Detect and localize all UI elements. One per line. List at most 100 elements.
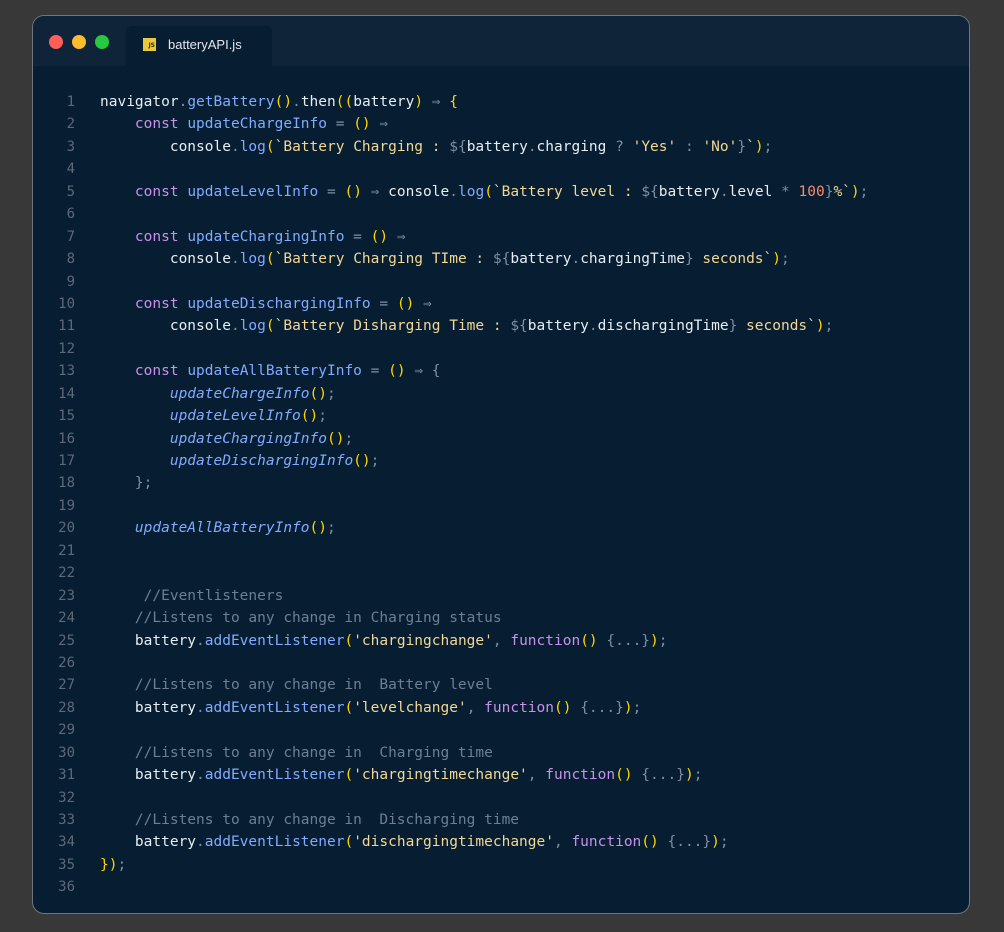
code-token: 100 (798, 183, 825, 200)
code-token: (( (335, 94, 354, 110)
code-line: 6 (33, 203, 969, 225)
code-token: ( (265, 251, 275, 268)
code-line: 21 (33, 540, 969, 562)
line-number: 35 (58, 856, 75, 873)
code-line: 13 const updateAllBatteryInfo = () ⇒ { (33, 360, 969, 382)
code-token: = (318, 183, 345, 200)
line-number: 29 (58, 722, 75, 739)
code-token: addEventListener (204, 767, 345, 784)
line-number: 24 (58, 610, 75, 627)
code-token: ) (754, 138, 764, 155)
code-line: 28 battery.addEventListener('levelchange… (33, 697, 969, 719)
line-number: 14 (58, 385, 75, 402)
code-text: console.log(`Battery Charging TIme : ${b… (100, 248, 790, 270)
code-token: updateAllBatteryInfo (134, 520, 310, 537)
code-token: //Eventlisteners (100, 587, 284, 604)
code-token: 'dischargingtimechange' (353, 834, 554, 851)
code-text: //Listens to any change in Charging stat… (100, 607, 502, 629)
code-token: ⇒ (423, 94, 450, 110)
code-token: 'chargingtimechange' (353, 767, 528, 784)
code-token: ⇒ (361, 183, 389, 200)
code-token: ( (344, 632, 354, 649)
code-line: 1 navigator.getBattery().then((battery) ⇒… (33, 91, 969, 113)
line-number: 1 (66, 94, 75, 110)
code-token: `Battery Disharging Time : (274, 318, 511, 335)
code-token: : (676, 138, 703, 155)
line-number: 15 (58, 408, 75, 425)
code-token: () (326, 430, 345, 447)
code-token: ( (265, 318, 275, 335)
line-number: 12 (58, 340, 75, 357)
code-token: ) (711, 834, 720, 851)
code-token: = (370, 295, 397, 312)
code-token: . (292, 94, 301, 110)
code-token: ; (763, 138, 773, 155)
code-token: = (327, 116, 354, 133)
code-token: ) (414, 94, 424, 110)
code-token: const (134, 183, 179, 200)
code-line: 26 (33, 652, 969, 674)
code-line: 7 const updateChargingInfo = () ⇒ (33, 226, 969, 248)
code-text: const updateDischargingInfo = () ⇒ (100, 293, 432, 315)
code-token: , (466, 699, 485, 716)
code-line: 3 console.log(`Battery Charging : ${batt… (33, 136, 969, 158)
code-token: = (361, 363, 389, 380)
code-text: battery.addEventListener('levelchange', … (100, 697, 641, 719)
code-token: ? (606, 138, 633, 155)
line-number: 9 (66, 273, 75, 290)
code-token: function (571, 834, 642, 851)
code-line: 10 const updateDischargingInfo = () ⇒ (33, 293, 969, 315)
code-token: battery (100, 699, 197, 716)
code-token: updateDischargingInfo (187, 295, 371, 312)
code-text: const updateAllBatteryInfo = () ⇒ { (100, 360, 441, 382)
code-token: () (370, 228, 389, 245)
line-number: 5 (66, 183, 75, 200)
code-token: 'chargingchange' (353, 632, 493, 649)
close-button[interactable] (49, 35, 63, 49)
line-number: 26 (58, 654, 75, 671)
code-token: updateChargingInfo (187, 228, 345, 245)
line-number: 6 (66, 206, 75, 223)
code-token: }) (100, 856, 118, 873)
code-token: console (100, 318, 231, 335)
code-token: } (684, 251, 694, 268)
code-token: . (196, 834, 205, 851)
code-token: battery (658, 183, 720, 200)
code-token: //Listens to any change in Charging stat… (100, 610, 502, 627)
code-token: . (449, 183, 458, 200)
code-token: battery (100, 834, 197, 851)
code-token: updateLevelInfo (169, 408, 301, 425)
code-token: () (353, 116, 371, 133)
code-token: () (353, 453, 371, 469)
code-line: 31 battery.addEventListener('chargingtim… (33, 764, 969, 786)
code-token: {...} (632, 767, 685, 784)
code-token: updateAllBatteryInfo (187, 363, 362, 380)
code-line: 4 (33, 158, 969, 180)
tab-batteryapi-js[interactable]: JS batteryAPI.js (126, 26, 272, 66)
code-token: ⇒ (370, 116, 389, 133)
code-line: 16 updateChargingInfo(); (33, 428, 969, 450)
code-token: ; (658, 632, 668, 649)
maximize-button[interactable] (95, 35, 109, 49)
line-number: 22 (58, 565, 75, 582)
js-file-icon: JS (143, 38, 156, 51)
line-number: 13 (58, 363, 75, 380)
code-editor[interactable]: 1 navigator.getBattery().then((battery) ⇒… (33, 91, 969, 899)
code-line: 14 updateChargeInfo(); (33, 383, 969, 405)
code-token: ⇒ (414, 295, 432, 312)
title-bar: JS batteryAPI.js (33, 16, 969, 66)
line-number: 19 (58, 497, 75, 514)
code-token: ${ (492, 251, 511, 268)
code-window: JS batteryAPI.js 1 navigator.getBattery()… (32, 15, 970, 914)
line-number: 23 (58, 587, 75, 604)
minimize-button[interactable] (72, 35, 86, 49)
code-token: . (527, 138, 537, 155)
code-token: navigator (100, 94, 179, 110)
code-token: 'No' (702, 138, 738, 155)
code-token: ) (650, 632, 659, 649)
code-token: {...} (597, 632, 651, 649)
